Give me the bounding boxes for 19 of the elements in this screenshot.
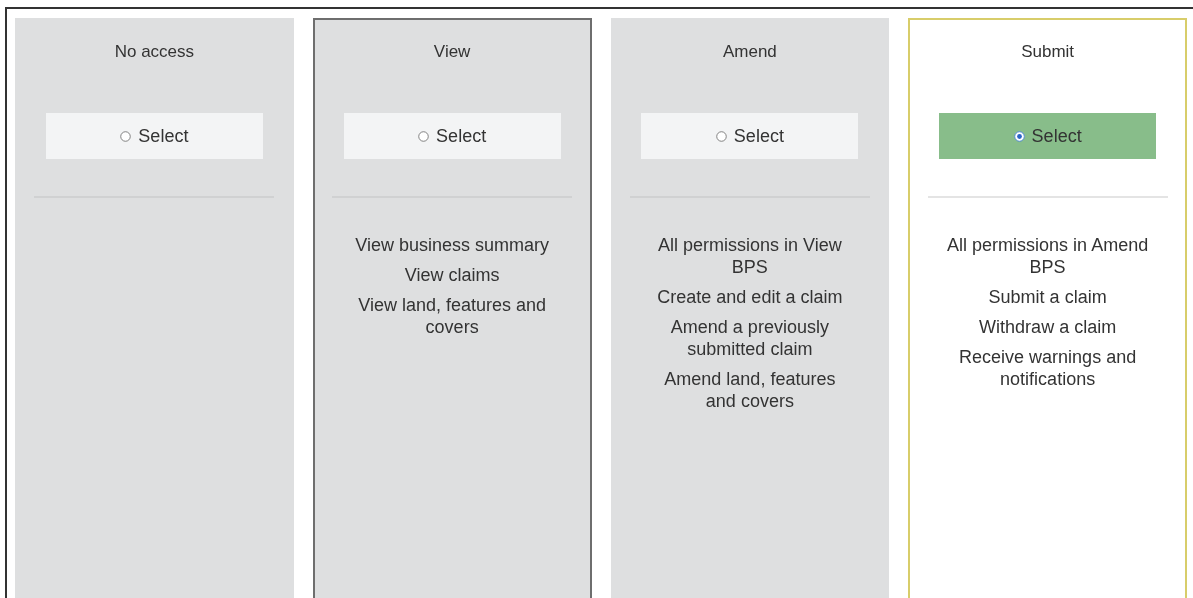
permission-text: Create and edit a claim (656, 286, 844, 308)
permission-text: View claims (403, 264, 501, 286)
select-button[interactable]: Select (343, 113, 561, 159)
permission-text: View business summary (354, 234, 550, 256)
select-button[interactable]: Select (641, 113, 859, 159)
option-title: Amend (722, 42, 777, 63)
permission-text: Amend a previously submitted claim (669, 316, 830, 360)
permission-text: All permissions in View BPS (657, 234, 843, 278)
permission-text: Receive warnings and notifications (958, 346, 1138, 390)
permission-text: All permissions in Amend BPS (946, 234, 1149, 278)
select-button[interactable]: Select (45, 113, 263, 159)
permission-text: Submit a claim (987, 286, 1108, 308)
select-button[interactable]: Select (939, 113, 1157, 159)
permission-text: Amend land, features and covers (663, 368, 837, 412)
option-title: Submit (1021, 42, 1075, 63)
permission-text: Withdraw a claim (978, 316, 1118, 338)
permission-text: View land, features and covers (357, 294, 547, 338)
option-title: No access (114, 42, 195, 63)
option-title: View (433, 42, 471, 63)
